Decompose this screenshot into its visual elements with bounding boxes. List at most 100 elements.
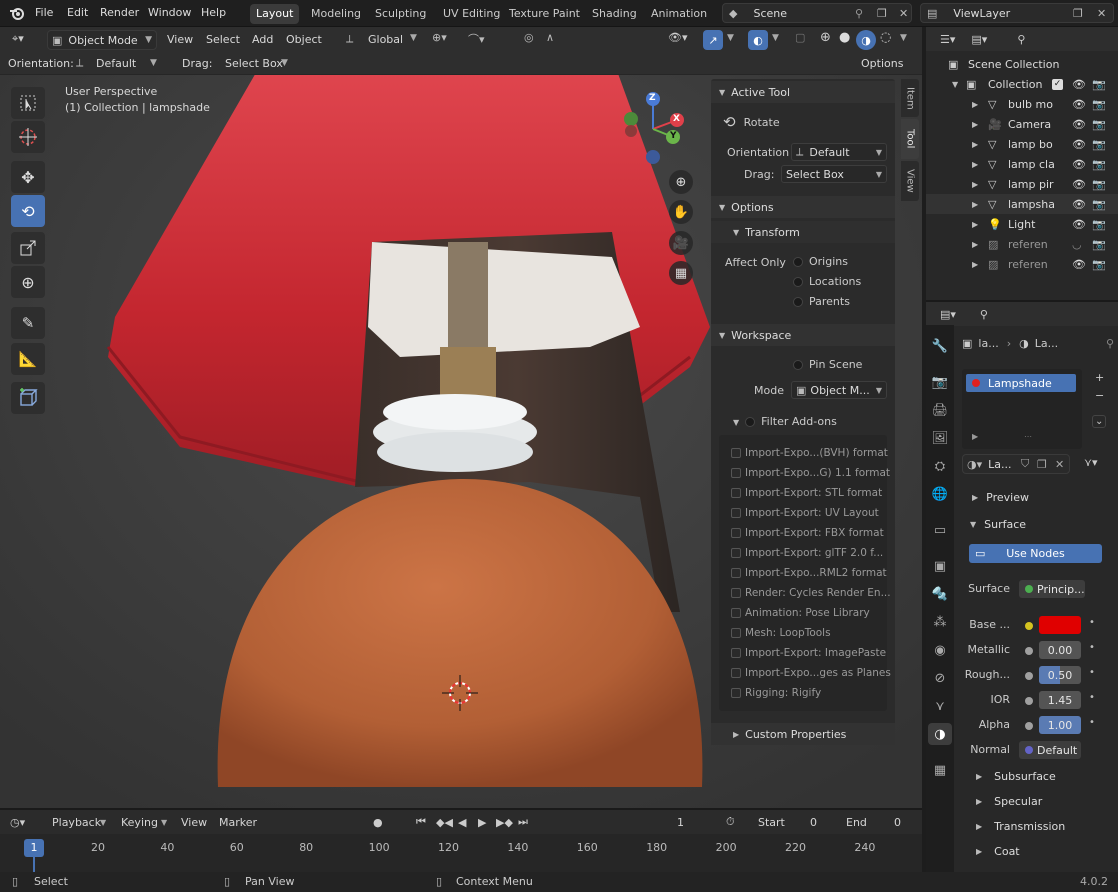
addon-item[interactable]: Import-Export: glTF 2.0 f...: [731, 547, 899, 565]
scale-tool[interactable]: [11, 232, 45, 264]
eye-closed-icon[interactable]: ◡: [1072, 238, 1082, 251]
pivot-icon[interactable]: ⊕▾: [432, 31, 447, 44]
outliner-scene-collection[interactable]: ▣ Scene Collection: [926, 54, 1118, 74]
end-field[interactable]: 0: [894, 816, 901, 829]
mode-dropdown[interactable]: ▣ Object M... ▼: [791, 381, 887, 399]
collection-checkbox[interactable]: ✓: [1052, 78, 1063, 90]
record-icon[interactable]: ●: [373, 816, 383, 829]
tab-shading[interactable]: Shading: [586, 4, 643, 24]
chevron-right-icon[interactable]: ▶: [972, 180, 978, 189]
physics-tab-icon[interactable]: ◉: [928, 639, 952, 661]
material-slot-lampshade[interactable]: Lampshade: [966, 374, 1076, 392]
proportional-edit-icon[interactable]: ◎: [524, 31, 534, 44]
menu-add[interactable]: Add: [252, 33, 273, 46]
material-shading-icon[interactable]: ◑: [856, 30, 876, 50]
addon-item[interactable]: Import-Export: UV Layout: [731, 507, 899, 525]
subsection-header[interactable]: ▶ Specular: [972, 792, 1112, 810]
zoom-icon[interactable]: ⊕: [669, 170, 693, 194]
tab-view[interactable]: View: [901, 161, 919, 201]
scene-tab-icon[interactable]: ⛭: [928, 455, 952, 477]
menu-view[interactable]: View: [167, 33, 193, 46]
grid-icon[interactable]: ▦: [669, 261, 693, 285]
outliner-item[interactable]: ▶ ▨ referen ◡ 📷: [926, 234, 1118, 254]
filter-icon[interactable]: ▤▾: [971, 33, 987, 46]
keyframe-dot-icon[interactable]: •: [1089, 667, 1095, 678]
visibility-icon[interactable]: 👁▾: [668, 31, 688, 44]
node-tree-icon[interactable]: ⋎▾: [1084, 456, 1098, 469]
eye-icon[interactable]: 👁: [1072, 198, 1086, 211]
eye-icon[interactable]: 👁: [1072, 178, 1086, 191]
addon-checkbox[interactable]: [731, 548, 741, 558]
workspace-header[interactable]: ▼ Workspace: [711, 324, 895, 346]
close-icon[interactable]: ✕: [1097, 7, 1106, 20]
outliner-item[interactable]: ▶ ▽ lamp bo 👁 📷: [926, 134, 1118, 154]
tool-tab-icon[interactable]: 🔧: [928, 335, 952, 357]
surface-shader-dropdown[interactable]: Princip...: [1019, 580, 1085, 598]
tab-sculpting[interactable]: Sculpting: [369, 4, 432, 24]
move-tool[interactable]: ✥: [11, 161, 45, 193]
material-tab-icon[interactable]: ◑: [928, 723, 952, 745]
pin-icon[interactable]: ⚲: [855, 7, 863, 20]
display-mode-icon[interactable]: ☰▾: [940, 33, 955, 46]
roughness-slider[interactable]: 0.50: [1039, 666, 1081, 684]
menu-render[interactable]: Render: [100, 6, 139, 19]
outliner-item[interactable]: ▶ ▽ lamp cla 👁 📷: [926, 154, 1118, 174]
subsection-header[interactable]: ▶ Subsurface: [972, 767, 1112, 785]
timeline-track[interactable]: [0, 834, 922, 874]
outliner-item[interactable]: ▶ ▽ lamp pir 👁 📷: [926, 174, 1118, 194]
outliner-item[interactable]: ▶ 🎥 Camera 👁 📷: [926, 114, 1118, 134]
scene-selector[interactable]: ◆ Scene ⚲ ❐ ✕: [722, 3, 912, 23]
chevron-right-icon[interactable]: ▶: [972, 200, 978, 209]
pin-scene-checkbox[interactable]: Pin Scene: [793, 358, 862, 371]
add-slot-button[interactable]: +: [1095, 371, 1104, 384]
transform-header[interactable]: ▼ Transform: [711, 221, 895, 243]
start-field[interactable]: 0: [810, 816, 817, 829]
drag-dropdown[interactable]: Select Box ▼: [781, 165, 887, 183]
color-socket-icon[interactable]: [1025, 622, 1033, 630]
rotate-tool[interactable]: ⟲: [11, 195, 45, 227]
select-box-tool[interactable]: [11, 87, 45, 119]
float-socket-icon[interactable]: [1025, 672, 1033, 680]
render-tab-icon[interactable]: 📷: [928, 371, 952, 393]
addon-checkbox[interactable]: [731, 488, 741, 498]
active-tool-button[interactable]: ⟲ Rotate: [723, 113, 780, 131]
addon-item[interactable]: Import-Export: FBX format: [731, 527, 899, 545]
close-icon[interactable]: ✕: [899, 7, 908, 20]
transform-tool[interactable]: ⊕: [11, 266, 45, 298]
cursor-tool[interactable]: [11, 121, 45, 153]
add-cube-tool[interactable]: [11, 382, 45, 414]
addon-checkbox[interactable]: [731, 528, 741, 538]
ior-field[interactable]: 1.45: [1039, 691, 1081, 709]
mode-dropdown[interactable]: ▣ Object Mode ▼: [47, 30, 157, 50]
menu-object[interactable]: Object: [286, 33, 322, 46]
breadcrumb-material[interactable]: La...: [1035, 337, 1058, 350]
current-frame-field[interactable]: 1: [677, 816, 684, 829]
stopwatch-icon[interactable]: ⏱: [726, 815, 735, 829]
chevron-right-icon[interactable]: ▶: [972, 100, 978, 109]
wireframe-shading-icon[interactable]: ⊕: [820, 30, 831, 45]
modifier-tab-icon[interactable]: 🔩: [928, 583, 952, 605]
eye-icon[interactable]: 👁: [1072, 158, 1086, 171]
locations-checkbox[interactable]: Locations: [793, 275, 861, 288]
eye-icon[interactable]: 👁: [1072, 78, 1086, 91]
chevron-right-icon[interactable]: ▶: [972, 140, 978, 149]
object-tab-icon[interactable]: ▣: [928, 555, 952, 577]
normal-field[interactable]: Default: [1019, 741, 1081, 759]
camera-render-icon[interactable]: 📷: [1092, 78, 1106, 91]
blender-logo-icon[interactable]: [9, 5, 25, 21]
eye-icon[interactable]: 👁: [1072, 98, 1086, 111]
menu-edit[interactable]: Edit: [67, 6, 88, 19]
eye-icon[interactable]: 👁: [1072, 218, 1086, 231]
tab-animation[interactable]: Animation: [645, 4, 713, 24]
addon-item[interactable]: Import-Expo...ges as Planes: [731, 667, 899, 685]
falloff-icon[interactable]: ∧: [546, 31, 554, 44]
addon-item[interactable]: Rigging: Rigify: [731, 687, 899, 705]
addon-checkbox[interactable]: [731, 508, 741, 518]
subsection-header[interactable]: ▶ Coat: [972, 842, 1112, 860]
measure-tool[interactable]: 📐: [11, 343, 45, 375]
playhead-frame[interactable]: 1: [24, 839, 44, 857]
addon-item[interactable]: Import-Expo...G) 1.1 format: [731, 467, 899, 485]
annotate-tool[interactable]: ✎: [11, 307, 45, 339]
pin-icon[interactable]: ⚲: [1106, 337, 1114, 350]
menu-marker[interactable]: Marker: [219, 816, 257, 829]
